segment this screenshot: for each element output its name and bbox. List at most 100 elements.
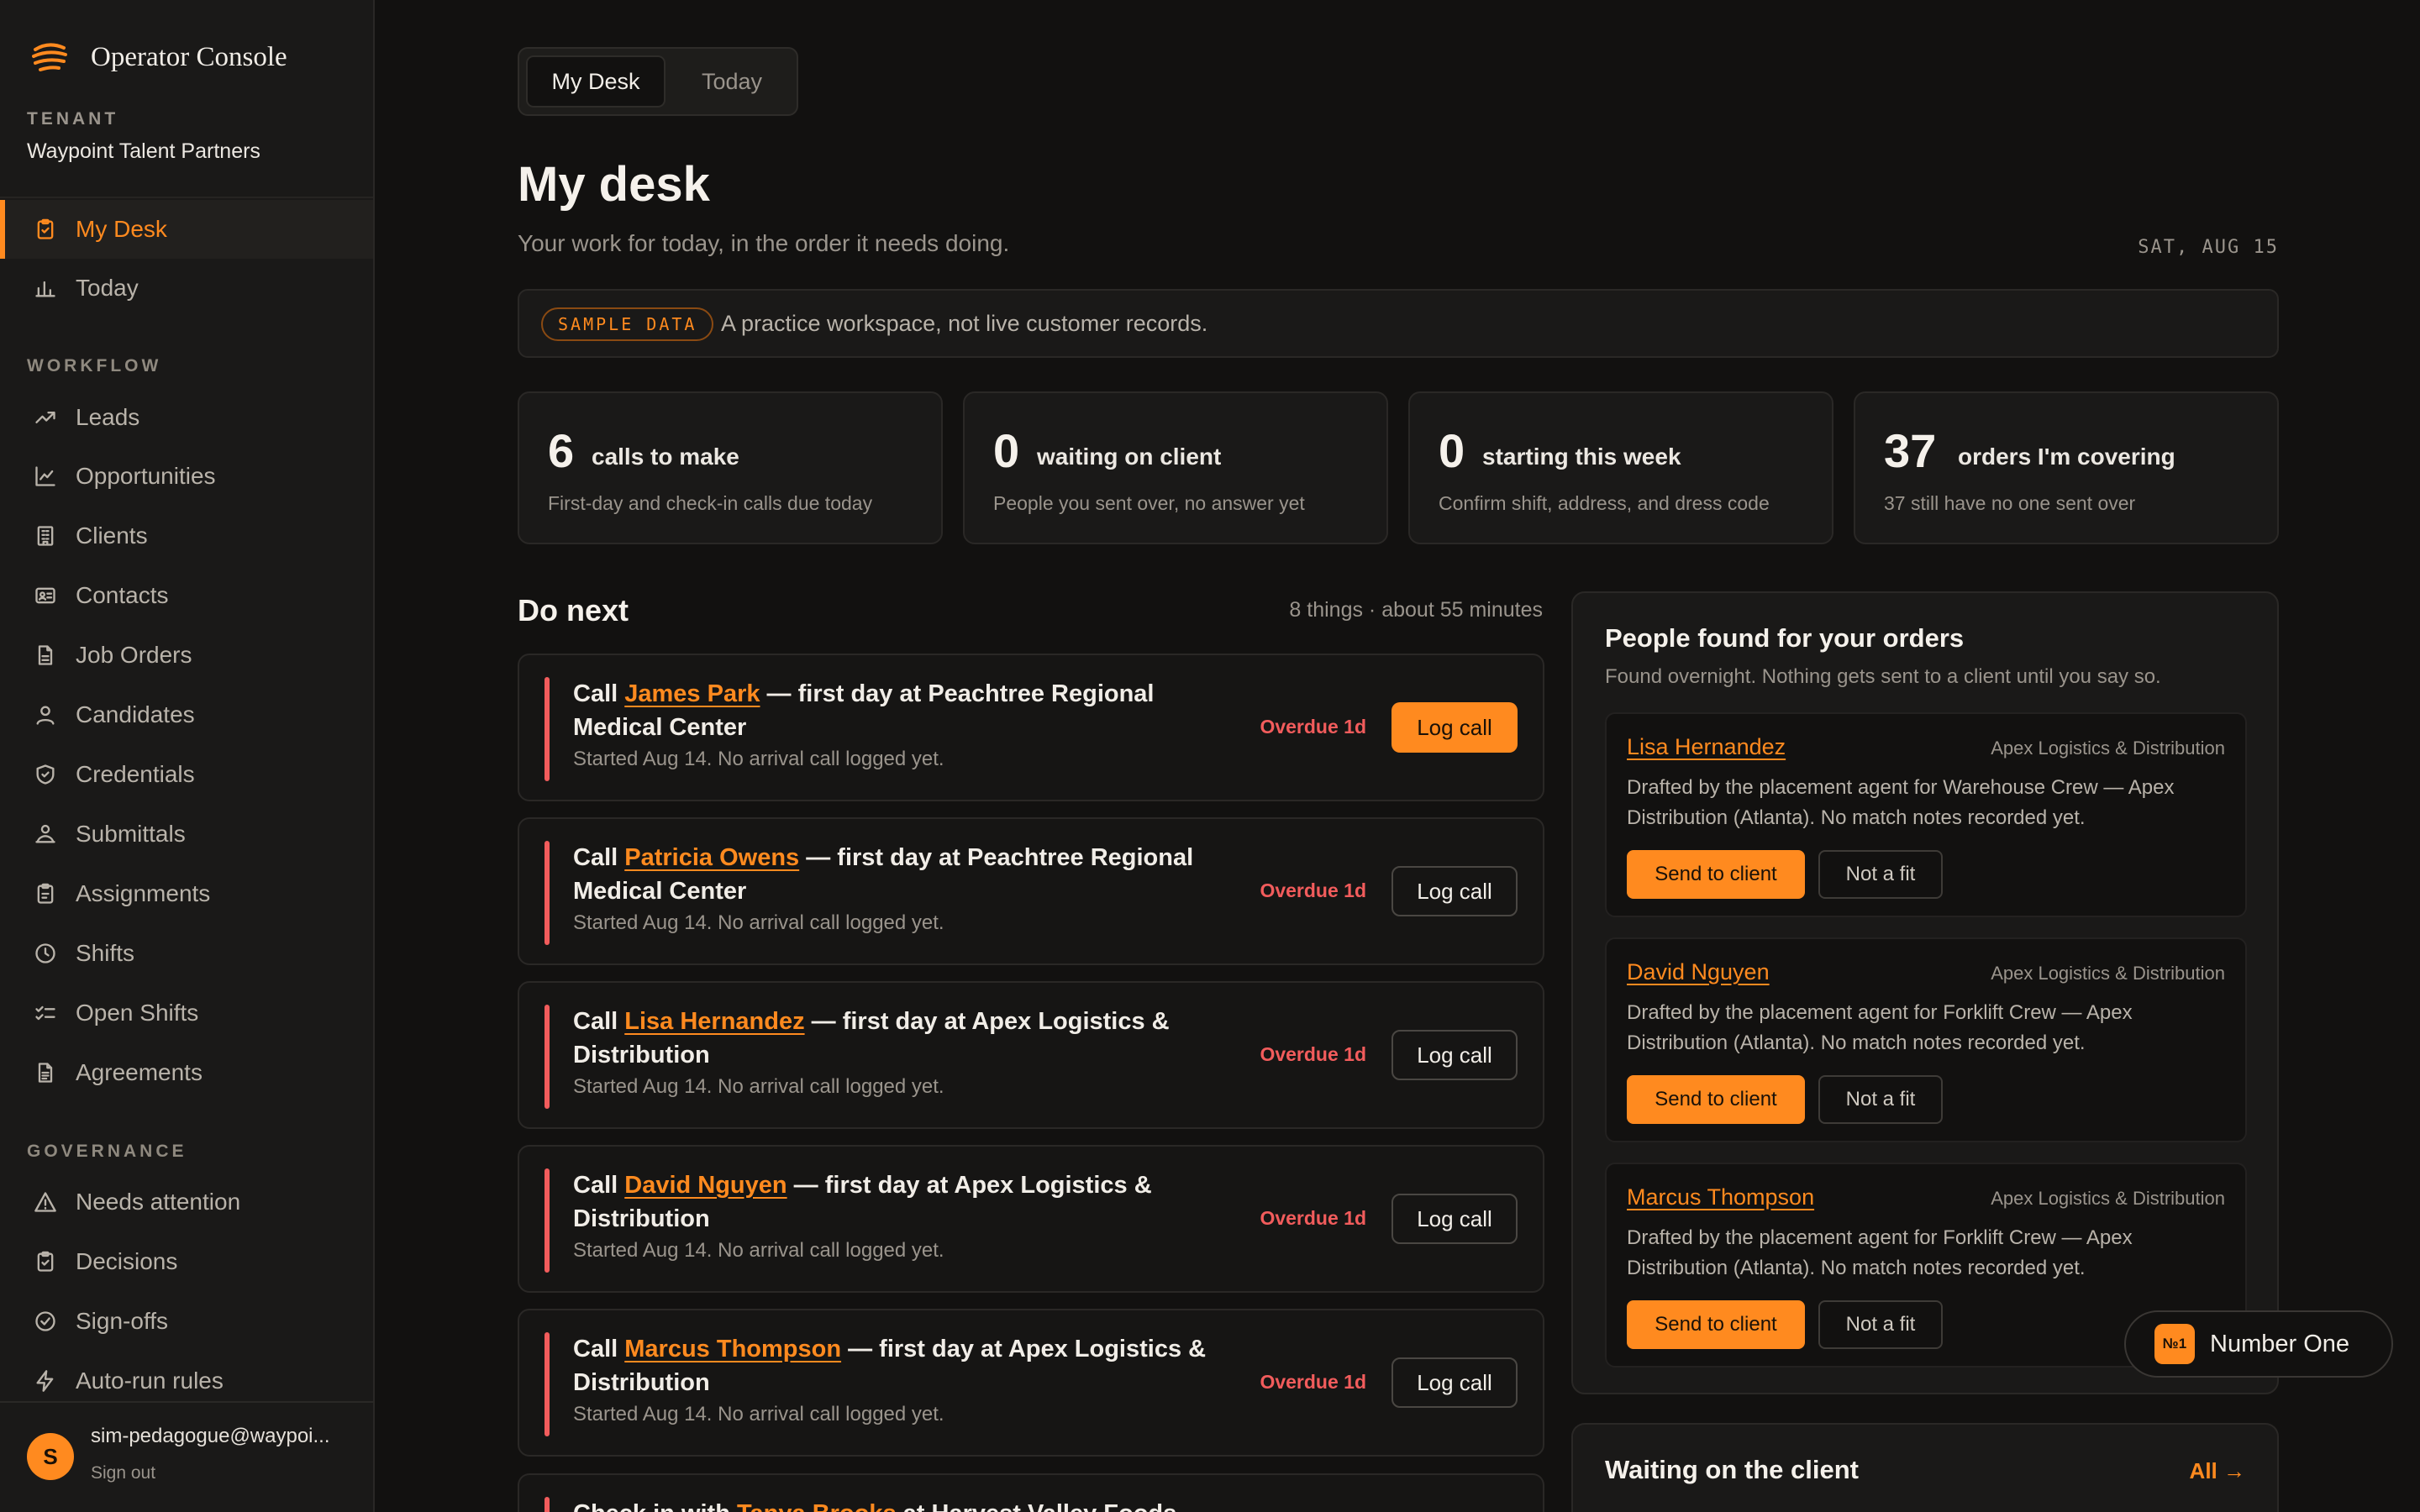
log-call-button[interactable]: Log call: [1392, 1194, 1518, 1244]
view-tabs: My Desk Today: [518, 47, 798, 116]
nav-item-candidates[interactable]: Candidates: [0, 685, 373, 744]
brand[interactable]: Operator Console: [30, 37, 287, 77]
do-next-title: Do next: [518, 593, 629, 627]
task-title: Call Marcus Thompson — first day at Apex…: [573, 1336, 1207, 1396]
task-detail: Started Aug 14. No arrival call logged y…: [573, 1403, 944, 1425]
nav-item-needs-attention[interactable]: Needs attention: [0, 1173, 373, 1231]
task-card[interactable]: Call Lisa Hernandez — first day at Apex …: [518, 981, 1544, 1129]
not-a-fit-button[interactable]: Not a fit: [1818, 1300, 1943, 1349]
trend-up-icon: [35, 412, 55, 423]
stat-label: starting this week: [1482, 444, 1681, 470]
send-to-client-button[interactable]: Send to client: [1627, 850, 1805, 899]
nav-label: Job Orders: [76, 642, 192, 668]
log-call-button[interactable]: Log call: [1392, 702, 1518, 753]
nav-item-assignments[interactable]: Assignments: [0, 864, 373, 923]
nav-label: Contacts: [76, 582, 169, 608]
user-email: sim-pedagogue@waypoi...: [91, 1425, 330, 1447]
tab-my-desk[interactable]: My Desk: [526, 55, 666, 108]
nav-label: Decisions: [76, 1248, 178, 1274]
send-to-client-button[interactable]: Send to client: [1627, 1075, 1805, 1124]
task-card[interactable]: Check in with Tanya Brooks at Harvest Va…: [518, 1473, 1544, 1512]
clipboard-check-icon: [37, 883, 54, 904]
clock-icon: [35, 943, 55, 963]
task-card[interactable]: Call Patricia Owens — first day at Peach…: [518, 817, 1544, 965]
overdue-badge: Overdue 1d: [1260, 1207, 1366, 1229]
stat-label: orders I'm covering: [1958, 444, 2175, 470]
nav-item-decisions[interactable]: Decisions: [0, 1232, 373, 1291]
log-call-button[interactable]: Log call: [1392, 866, 1518, 916]
nav-item-sign-offs[interactable]: Sign-offs: [0, 1292, 373, 1351]
person-link[interactable]: Tanya Brooks: [737, 1500, 897, 1512]
nav-label: Today: [76, 275, 139, 301]
candidate-description: Drafted by the placement agent for Forkl…: [1627, 1226, 2133, 1279]
overdue-badge: Overdue 1d: [1260, 879, 1366, 901]
stat-card-waiting[interactable]: 0 waiting on client People you sent over…: [963, 391, 1388, 544]
send-to-client-button[interactable]: Send to client: [1627, 1300, 1805, 1349]
task-detail: Started Aug 14. No arrival call logged y…: [573, 911, 944, 934]
candidate-name-link[interactable]: Marcus Thompson: [1627, 1184, 1814, 1210]
person-link[interactable]: James Park: [624, 680, 760, 707]
nav-label: Assignments: [76, 880, 211, 906]
stat-card-starting[interactable]: 0 starting this week Confirm shift, addr…: [1408, 391, 1833, 544]
do-next-summary: 8 things · about 55 minutes: [1289, 598, 1543, 622]
nav-item-submittals[interactable]: Submittals: [0, 805, 373, 864]
nav-label: Open Shifts: [76, 1000, 199, 1026]
candidate-card: David Nguyen Apex Logistics & Distributi…: [1605, 937, 2247, 1142]
user-panel: S sim-pedagogue@waypoi... Sign out: [0, 1401, 373, 1512]
number-one-assistant-button[interactable]: №1 Number One: [2124, 1310, 2393, 1378]
line-chart-icon: [35, 466, 55, 486]
section-workflow: WORKFLOW: [27, 356, 162, 375]
candidate-company: Apex Logistics & Distribution: [1991, 963, 2225, 984]
person-link[interactable]: Marcus Thompson: [624, 1336, 841, 1362]
bar-chart-icon: [35, 281, 55, 297]
avatar[interactable]: S: [27, 1433, 74, 1480]
person-link[interactable]: Lisa Hernandez: [624, 1008, 804, 1035]
nav-label: Clients: [76, 522, 148, 549]
nav-item-leads[interactable]: Leads: [0, 388, 373, 447]
nav-label: Shifts: [76, 940, 135, 966]
view-all-link[interactable]: All →: [2190, 1458, 2245, 1484]
task-title: Check in with Tanya Brooks at Harvest Va…: [573, 1497, 1212, 1512]
nav-item-shifts[interactable]: Shifts: [0, 924, 373, 983]
nav-item-agreements[interactable]: Agreements: [0, 1043, 373, 1102]
nav-item-clients[interactable]: Clients: [0, 507, 373, 565]
nav-label: Candidates: [76, 701, 195, 727]
user-handoff-icon: [35, 824, 55, 843]
nav-item-contacts[interactable]: Contacts: [0, 566, 373, 625]
person-link[interactable]: David Nguyen: [624, 1172, 786, 1199]
nav-item-my-desk[interactable]: My Desk: [0, 200, 373, 259]
not-a-fit-button[interactable]: Not a fit: [1818, 1075, 1943, 1124]
nav-label: Submittals: [76, 821, 186, 847]
page-title: My desk: [518, 157, 710, 212]
nav-item-open-shifts[interactable]: Open Shifts: [0, 984, 373, 1042]
nav-label: Sign-offs: [76, 1308, 168, 1334]
tenant-name[interactable]: Waypoint Talent Partners: [27, 139, 260, 164]
sign-out-link[interactable]: Sign out: [91, 1463, 155, 1483]
task-title: Call James Park — first day at Peachtree…: [573, 680, 1155, 741]
tab-today[interactable]: Today: [672, 55, 792, 108]
nav-item-credentials[interactable]: Credentials: [0, 745, 373, 804]
person-link[interactable]: Patricia Owens: [624, 844, 799, 871]
checklist-icon: [35, 1005, 55, 1021]
stat-number: 0: [1439, 424, 1465, 477]
file-text-icon: [38, 1063, 53, 1083]
task-card[interactable]: Call David Nguyen — first day at Apex Lo…: [518, 1145, 1544, 1293]
log-call-button[interactable]: Log call: [1392, 1357, 1518, 1408]
stat-label: waiting on client: [1037, 444, 1222, 470]
not-a-fit-button[interactable]: Not a fit: [1818, 850, 1943, 899]
overdue-badge: Overdue 1d: [1260, 1043, 1366, 1065]
candidate-name-link[interactable]: David Nguyen: [1627, 959, 1770, 985]
stat-card-covering[interactable]: 37 orders I'm covering 37 still have no …: [1854, 391, 2279, 544]
stat-card-calls[interactable]: 6 calls to make First-day and check-in c…: [518, 391, 943, 544]
candidate-name-link[interactable]: Lisa Hernandez: [1627, 734, 1786, 760]
nav-item-today[interactable]: Today: [0, 259, 373, 318]
priority-indicator: [544, 1168, 550, 1273]
task-card[interactable]: Call Marcus Thompson — first day at Apex…: [518, 1309, 1544, 1457]
task-card[interactable]: Call James Park — first day at Peachtree…: [518, 654, 1544, 801]
nav-item-job-orders[interactable]: Job Orders: [0, 626, 373, 685]
nav-item-opportunities[interactable]: Opportunities: [0, 447, 373, 506]
logo-icon: [32, 43, 67, 71]
panel-subtitle: Found overnight. Nothing gets sent to a …: [1605, 665, 2161, 688]
log-call-button[interactable]: Log call: [1392, 1030, 1518, 1080]
nav-label: Needs attention: [76, 1189, 241, 1215]
